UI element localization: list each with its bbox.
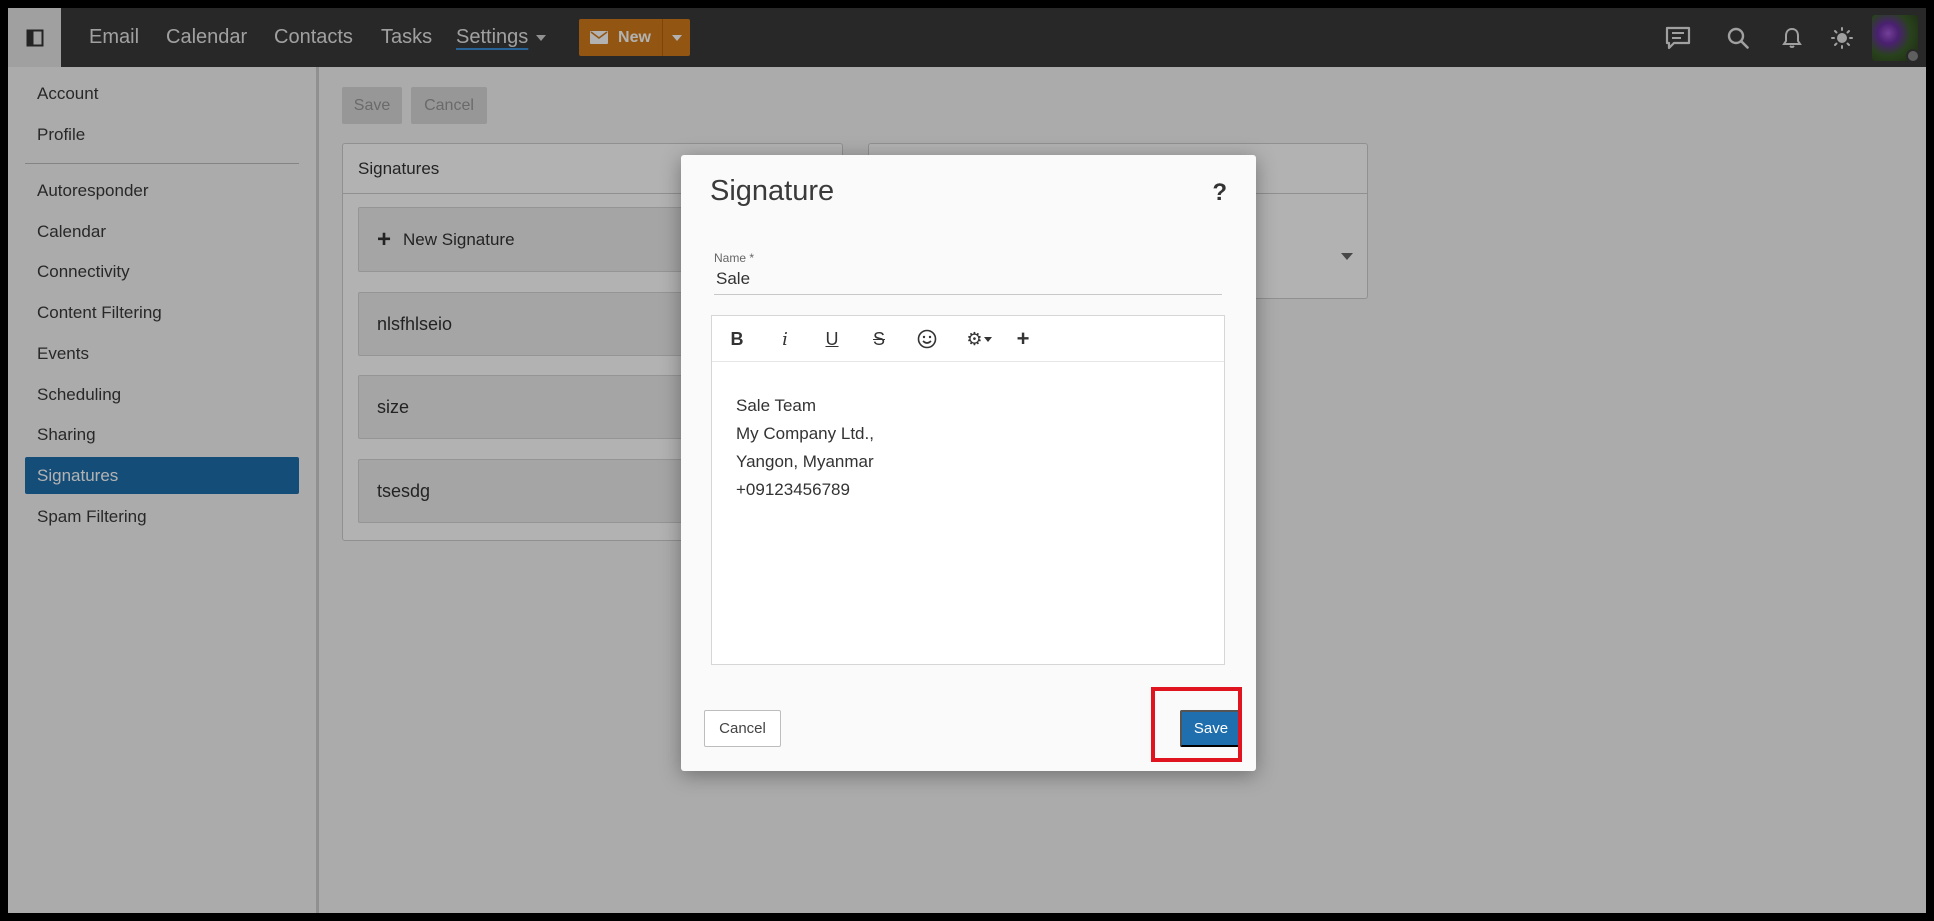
emoji-button[interactable] xyxy=(909,316,945,362)
dialog-title: Signature xyxy=(710,175,835,207)
gear-icon: ⚙ xyxy=(966,328,983,349)
signature-line: My Company Ltd., xyxy=(736,424,874,443)
signature-line: Sale Team xyxy=(736,396,817,415)
dialog-cancel-button[interactable]: Cancel xyxy=(704,710,781,747)
italic-button[interactable]: i xyxy=(767,316,803,362)
highlight-box xyxy=(1151,687,1242,762)
editor-toolbar: B i U S ⚙ + xyxy=(712,316,1224,362)
help-icon[interactable]: ? xyxy=(1212,179,1227,207)
signature-editor: B i U S ⚙ + Sale Team My Company Ltd., Y… xyxy=(711,315,1225,665)
signature-line: Yangon, Myanmar xyxy=(736,452,874,471)
strikethrough-button[interactable]: S xyxy=(861,316,897,362)
bold-button[interactable]: B xyxy=(719,316,755,362)
chevron-down-icon xyxy=(983,336,992,342)
signature-line: +09123456789 xyxy=(736,480,850,499)
app-window: Email Calendar Contacts Tasks Settings N… xyxy=(8,8,1926,913)
italic-icon: i xyxy=(782,328,788,350)
emoji-icon xyxy=(917,329,937,349)
strikethrough-icon: S xyxy=(872,328,885,349)
signature-body[interactable]: Sale Team My Company Ltd., Yangon, Myanm… xyxy=(712,362,1224,534)
name-field[interactable] xyxy=(714,263,1222,295)
insert-button[interactable]: + xyxy=(1005,316,1041,362)
signature-dialog: Signature ? Name * B i U S ⚙ xyxy=(681,155,1256,771)
bold-icon: B xyxy=(730,328,744,349)
format-options-button[interactable]: ⚙ xyxy=(957,316,1001,362)
underline-button[interactable]: U xyxy=(814,316,850,362)
underline-icon: U xyxy=(825,328,839,349)
plus-icon: + xyxy=(1016,326,1030,351)
